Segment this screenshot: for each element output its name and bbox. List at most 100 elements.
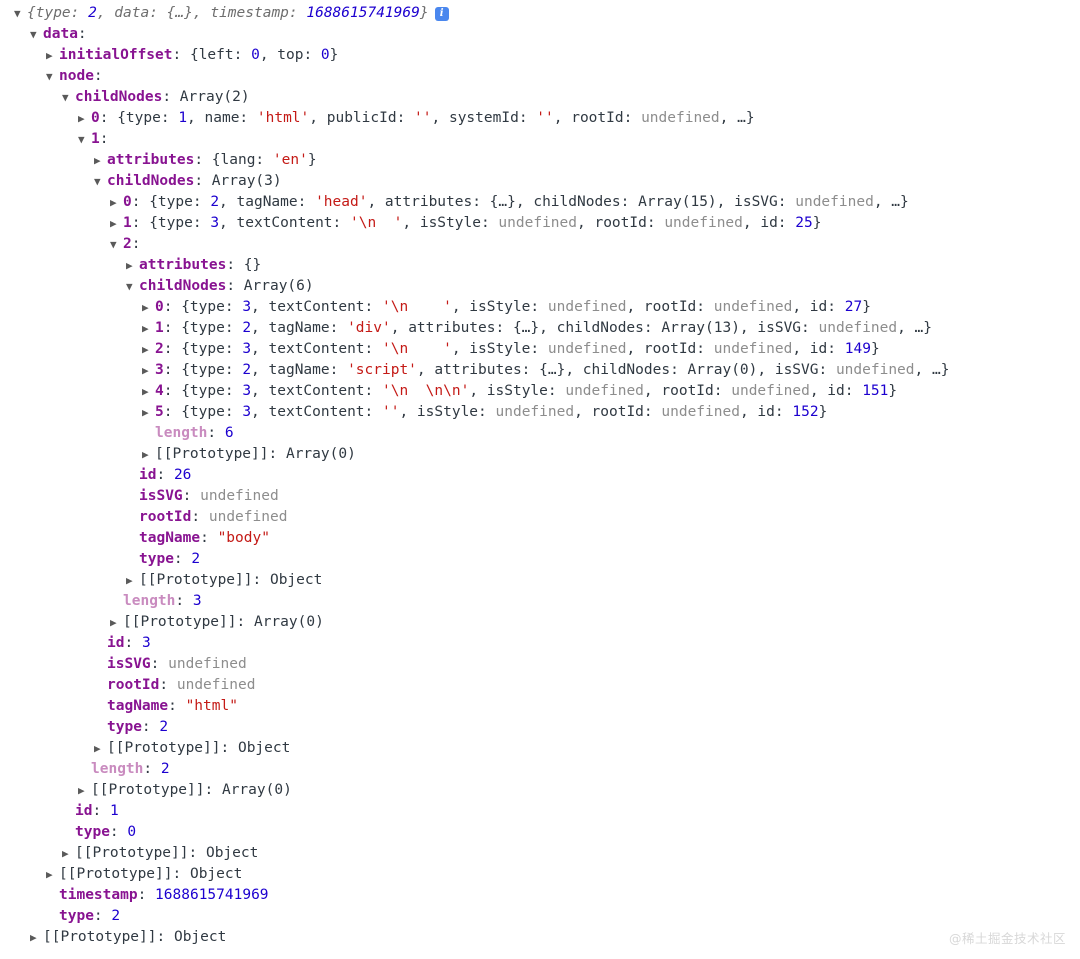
chevron-right-icon[interactable] — [126, 570, 139, 591]
token-plain: , rootId: — [626, 299, 714, 315]
token-key: node — [59, 68, 94, 84]
spacer-icon — [46, 906, 59, 927]
chevron-down-icon[interactable] — [78, 129, 91, 150]
token-plain: : {type: — [163, 299, 243, 315]
console-tree-row[interactable]: [[Prototype]]: Object — [0, 843, 1080, 864]
token-plain: , id: — [792, 341, 845, 357]
chevron-right-icon[interactable] — [62, 843, 75, 864]
token-plain: : — [93, 908, 112, 924]
spacer-icon — [126, 528, 139, 549]
token-key: 3 — [155, 362, 164, 378]
info-icon[interactable]: i — [434, 7, 449, 21]
console-tree-row[interactable]: isSVG: undefined — [0, 654, 1080, 675]
chevron-right-icon[interactable] — [94, 150, 107, 171]
console-tree-row[interactable]: rootId: undefined — [0, 507, 1080, 528]
token-undef: undefined — [713, 299, 793, 315]
chevron-right-icon[interactable] — [142, 318, 155, 339]
chevron-down-icon[interactable] — [94, 171, 107, 192]
token-plain: , systemId: — [431, 110, 537, 126]
chevron-right-icon[interactable] — [78, 108, 91, 129]
token-plain: : — [92, 803, 110, 819]
console-tree-row[interactable]: id: 1 — [0, 801, 1080, 822]
console-tree-row[interactable]: isSVG: undefined — [0, 486, 1080, 507]
chevron-down-icon[interactable] — [62, 87, 75, 108]
chevron-down-icon[interactable] — [14, 3, 27, 24]
token-plain: , id: — [739, 404, 793, 420]
console-tree-row[interactable]: childNodes: Array(6) — [0, 276, 1080, 297]
console-tree-row[interactable]: [[Prototype]]: Object — [0, 738, 1080, 759]
chevron-right-icon[interactable] — [142, 339, 155, 360]
chevron-down-icon[interactable] — [110, 234, 123, 255]
token-plain: : — [141, 719, 160, 735]
console-tree-row[interactable]: 0: {type: 1, name: 'html', publicId: '',… — [0, 108, 1080, 129]
console-tree-row[interactable]: {type: 2, data: {…}, timestamp: 16886157… — [0, 3, 1080, 24]
console-tree-row[interactable]: [[Prototype]]: Object — [0, 570, 1080, 591]
console-tree-row[interactable]: [[Prototype]]: Array(0) — [0, 780, 1080, 801]
token-undef: undefined — [208, 509, 288, 525]
console-tree-row[interactable]: data: — [0, 24, 1080, 45]
chevron-right-icon[interactable] — [46, 45, 59, 66]
console-tree-row[interactable]: [[Prototype]]: Array(0) — [0, 444, 1080, 465]
console-tree-row[interactable]: initialOffset: {left: 0, top: 0} — [0, 45, 1080, 66]
console-tree-row[interactable]: 3: {type: 2, tagName: 'script', attribut… — [0, 360, 1080, 381]
chevron-right-icon[interactable] — [142, 402, 155, 423]
console-tree-row[interactable]: tagName: "html" — [0, 696, 1080, 717]
console-tree-row[interactable]: type: 2 — [0, 717, 1080, 738]
console-tree-row[interactable]: [[Prototype]]: Array(0) — [0, 612, 1080, 633]
chevron-right-icon[interactable] — [110, 213, 123, 234]
chevron-down-icon[interactable] — [126, 276, 139, 297]
token-plain: , id: — [742, 215, 796, 231]
chevron-right-icon[interactable] — [30, 927, 43, 948]
console-tree-row[interactable]: tagName: "body" — [0, 528, 1080, 549]
console-tree-row[interactable]: 2: — [0, 234, 1080, 255]
console-tree-row[interactable]: [[Prototype]]: Object — [0, 864, 1080, 885]
console-tree-row[interactable]: id: 3 — [0, 633, 1080, 654]
console-tree-row[interactable]: 1: {type: 2, tagName: 'div', attributes:… — [0, 318, 1080, 339]
chevron-down-icon[interactable] — [46, 66, 59, 87]
chevron-right-icon[interactable] — [78, 780, 91, 801]
chevron-right-icon[interactable] — [110, 192, 123, 213]
console-tree-row[interactable]: id: 26 — [0, 465, 1080, 486]
console-tree-row[interactable]: childNodes: Array(3) — [0, 171, 1080, 192]
console-tree-row[interactable]: 5: {type: 3, textContent: '', isStyle: u… — [0, 402, 1080, 423]
console-tree-row[interactable]: attributes: {} — [0, 255, 1080, 276]
token-proto: [[Prototype]] — [123, 614, 237, 630]
console-tree-row[interactable]: childNodes: Array(2) — [0, 87, 1080, 108]
console-tree-row[interactable]: 1: — [0, 129, 1080, 150]
token-plain: , textContent: — [219, 215, 350, 231]
chevron-right-icon[interactable] — [110, 612, 123, 633]
console-tree-row[interactable]: attributes: {lang: 'en'} — [0, 150, 1080, 171]
token-plain: : — [168, 698, 186, 714]
console-tree-row[interactable]: 0: {type: 2, tagName: 'head', attributes… — [0, 192, 1080, 213]
console-tree-row[interactable]: [[Prototype]]: Object — [0, 927, 1080, 948]
chevron-right-icon[interactable] — [46, 864, 59, 885]
console-tree-row[interactable]: type: 2 — [0, 549, 1080, 570]
token-key: 0 — [123, 194, 132, 210]
chevron-right-icon[interactable] — [126, 255, 139, 276]
chevron-right-icon[interactable] — [142, 297, 155, 318]
chevron-right-icon[interactable] — [142, 360, 155, 381]
console-tree-row[interactable]: timestamp: 1688615741969 — [0, 885, 1080, 906]
chevron-right-icon[interactable] — [142, 381, 155, 402]
chevron-down-icon[interactable] — [30, 24, 43, 45]
chevron-right-icon[interactable] — [142, 444, 155, 465]
console-tree-row[interactable]: length: 2 — [0, 759, 1080, 780]
console-tree-row[interactable]: rootId: undefined — [0, 675, 1080, 696]
console-tree-row[interactable]: node: — [0, 66, 1080, 87]
token-key: type — [107, 719, 142, 735]
console-tree-row[interactable]: type: 0 — [0, 822, 1080, 843]
chevron-right-icon[interactable] — [94, 738, 107, 759]
console-tree-row[interactable]: 4: {type: 3, textContent: '\n \n\n', isS… — [0, 381, 1080, 402]
console-tree-row[interactable]: 0: {type: 3, textContent: '\n ', isStyle… — [0, 297, 1080, 318]
console-tree-row[interactable]: 1: {type: 3, textContent: '\n ', isStyle… — [0, 213, 1080, 234]
token-key: tagName — [139, 530, 201, 546]
console-tree-row[interactable]: length: 3 — [0, 591, 1080, 612]
token-plain: : — [182, 488, 201, 504]
token-plain: : {} — [226, 257, 262, 273]
token-key: 0 — [91, 110, 100, 126]
console-tree-row[interactable]: type: 2 — [0, 906, 1080, 927]
token-plain: : Object — [188, 845, 259, 861]
console-tree-row[interactable]: 2: {type: 3, textContent: '\n ', isStyle… — [0, 339, 1080, 360]
token-undef: undefined — [713, 341, 793, 357]
console-tree-row[interactable]: length: 6 — [0, 423, 1080, 444]
